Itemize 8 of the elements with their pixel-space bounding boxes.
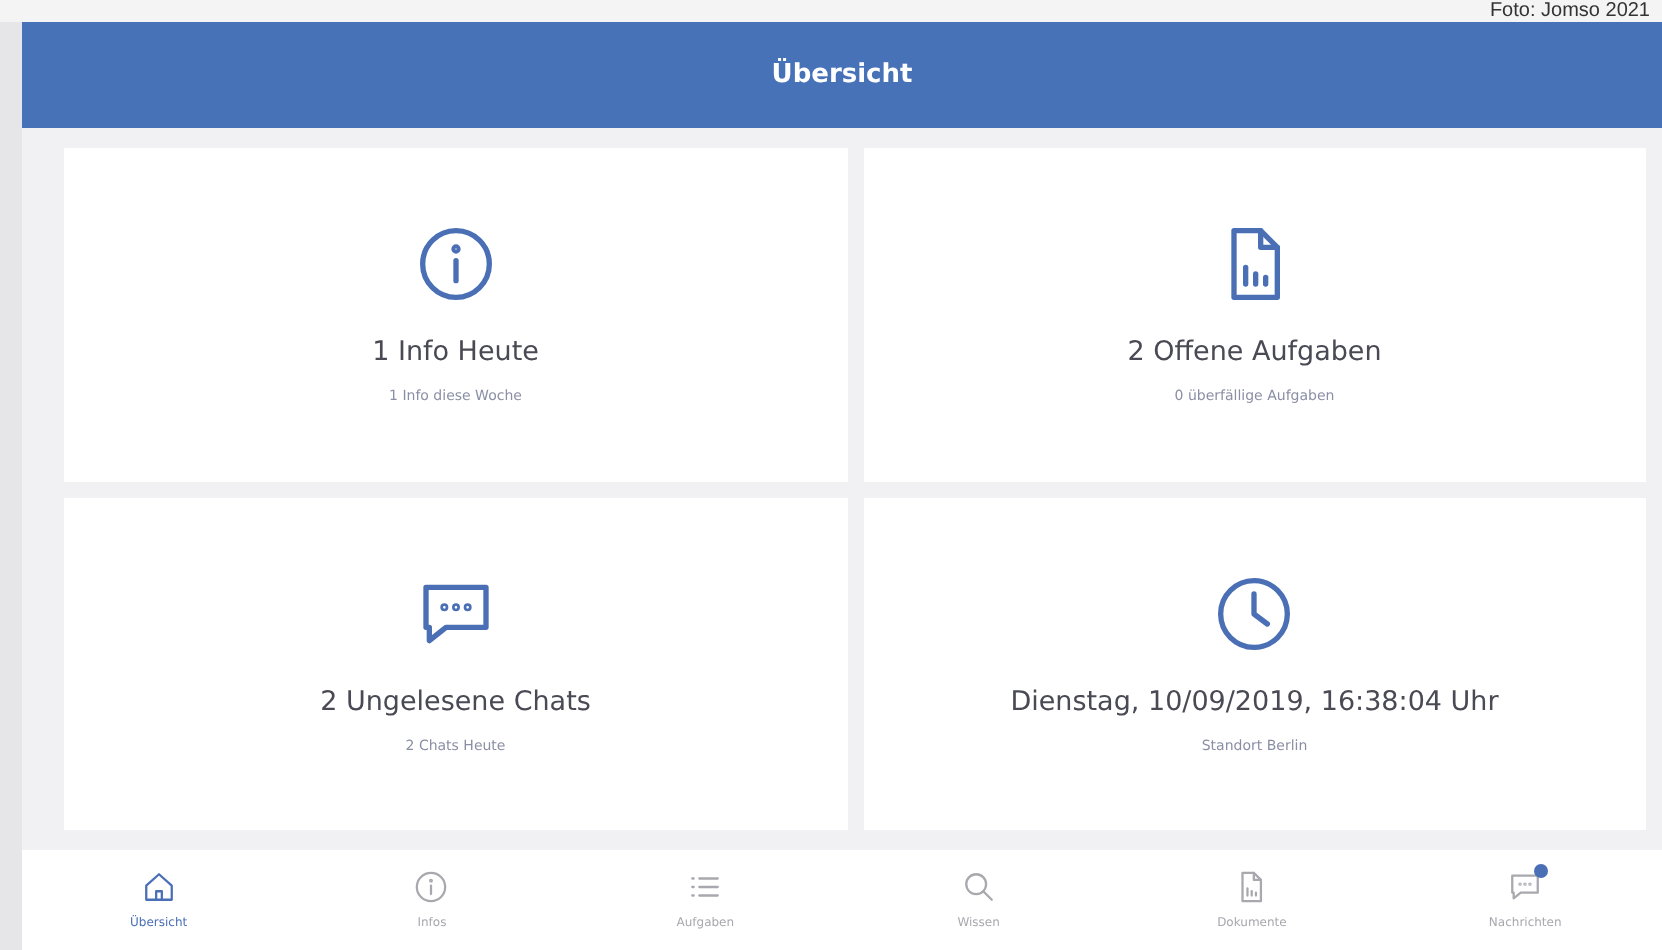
info-icon [415,224,496,305]
search-icon [961,870,996,904]
screen-title: Übersicht [771,60,913,90]
info-icon [414,870,449,904]
photo-credit: Foto: Jomso 2021 [1489,0,1650,22]
chat-bubble-icon [1508,870,1543,904]
clock-icon [1214,573,1295,654]
home-icon [141,870,176,904]
